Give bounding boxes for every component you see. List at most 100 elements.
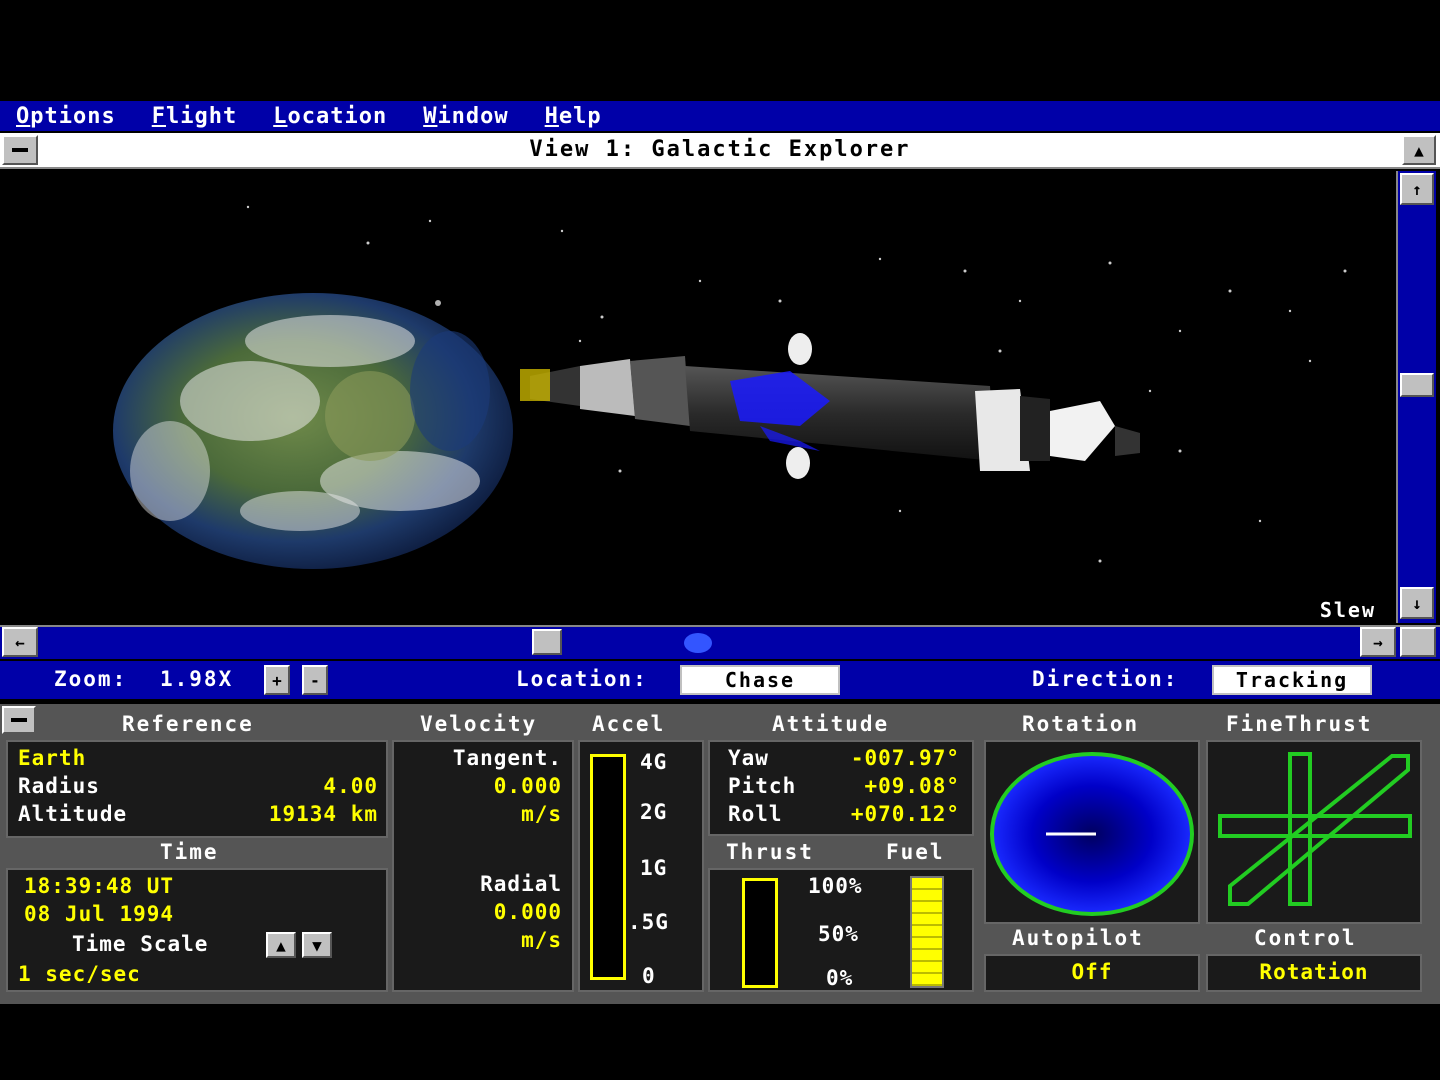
rotation-header: Rotation xyxy=(1022,712,1140,736)
control-button[interactable]: Rotation xyxy=(1206,954,1422,992)
roll-label: Roll xyxy=(728,802,783,826)
radial-unit: m/s xyxy=(521,928,562,952)
earth-planet xyxy=(113,293,513,569)
scroll-up-button[interactable]: ↑ xyxy=(1400,173,1434,205)
scroll-corner xyxy=(1400,627,1436,657)
location-label: Location: xyxy=(516,667,648,691)
up-arrow-icon: ▲ xyxy=(1414,140,1424,160)
menu-options[interactable]: Options xyxy=(16,104,116,129)
thrust-tick-0: 0% xyxy=(826,966,854,990)
autopilot-label: Autopilot xyxy=(1012,926,1144,950)
reference-box: Earth Radius 4.00 Altitude 19134 km xyxy=(6,740,388,838)
radial-value: 0.000 xyxy=(493,900,562,924)
time-box: 18:39:48 UT 08 Jul 1994 Time Scale ▲ ▼ 1… xyxy=(6,868,388,992)
scroll-right-button[interactable]: → xyxy=(1360,627,1396,657)
accel-box: 4G 2G 1G .5G 0 xyxy=(578,740,704,992)
bottom-area xyxy=(0,1006,1440,1080)
zoom-in-button[interactable]: + xyxy=(264,665,290,695)
control-label: Control xyxy=(1254,926,1357,950)
accel-tick-1g: 1G xyxy=(640,856,668,880)
finethrust-header: FineThrust xyxy=(1226,712,1373,736)
pitch-value: +09.08° xyxy=(864,774,960,798)
down-arrow-icon: ▼ xyxy=(312,935,322,955)
direction-select[interactable]: Tracking xyxy=(1212,665,1372,695)
vertical-scroll-thumb[interactable] xyxy=(1400,373,1434,397)
galactic-explorer-screen: Options Flight Location Window Help View… xyxy=(0,0,1440,1080)
tangent-label: Tangent. xyxy=(452,746,562,770)
plus-icon: + xyxy=(272,670,282,690)
roll-value: +070.12° xyxy=(850,802,960,826)
menu-bar: Options Flight Location Window Help xyxy=(0,101,1440,131)
thrust-tick-50: 50% xyxy=(818,922,859,946)
thrust-header: Thrust xyxy=(726,840,814,864)
scroll-left-button[interactable]: ← xyxy=(2,627,38,657)
accel-tick-half-g: .5G xyxy=(628,910,669,934)
finethrust-indicator xyxy=(1218,752,1412,906)
spacecraft xyxy=(520,333,1140,479)
radius-label: Radius xyxy=(18,774,100,798)
reference-header: Reference xyxy=(122,712,254,736)
accel-tick-0: 0 xyxy=(642,964,656,988)
accel-gauge xyxy=(590,754,626,980)
rotation-indicator xyxy=(990,752,1194,916)
menu-flight[interactable]: Flight xyxy=(152,104,237,129)
time-header: Time xyxy=(160,840,219,864)
maximize-button[interactable]: ▲ xyxy=(1402,135,1436,165)
window-title: View 1: Galactic Explorer xyxy=(529,137,911,162)
menu-window[interactable]: Window xyxy=(423,104,508,129)
radius-value: 4.00 xyxy=(323,774,378,798)
space-viewport[interactable] xyxy=(0,171,1396,623)
thrust-tick-100: 100% xyxy=(808,874,863,898)
velocity-header: Velocity xyxy=(420,712,538,736)
finethrust-box[interactable] xyxy=(1206,740,1422,924)
minus-icon: - xyxy=(310,670,320,690)
velocity-box: Tangent. 0.000 m/s Radial 0.000 m/s xyxy=(392,740,574,992)
time-scale-down-button[interactable]: ▼ xyxy=(302,932,332,958)
zoom-label: Zoom: xyxy=(54,667,128,691)
scroll-down-button[interactable]: ↓ xyxy=(1400,587,1434,619)
location-select[interactable]: Chase xyxy=(680,665,840,695)
horizontal-scrollbar[interactable]: ← → xyxy=(0,625,1440,659)
horizontal-scroll-thumb[interactable] xyxy=(532,629,562,655)
accel-tick-4g: 4G xyxy=(640,750,668,774)
scroll-marker xyxy=(684,633,712,653)
down-arrow-icon: ↓ xyxy=(1412,593,1422,613)
panel-menu-button[interactable] xyxy=(2,706,36,734)
accel-header: Accel xyxy=(592,712,666,736)
reference-body: Earth xyxy=(18,746,87,770)
radial-label: Radial xyxy=(480,872,562,896)
autopilot-button[interactable]: Off xyxy=(984,954,1200,992)
menu-location[interactable]: Location xyxy=(273,104,387,129)
slew-label: Slew xyxy=(1319,598,1376,622)
time-scale-up-button[interactable]: ▲ xyxy=(266,932,296,958)
rotation-box[interactable] xyxy=(984,740,1200,924)
yaw-label: Yaw xyxy=(728,746,769,770)
fuel-header: Fuel xyxy=(886,840,945,864)
zoom-value: 1.98X xyxy=(160,667,234,691)
up-arrow-icon: ▲ xyxy=(276,935,286,955)
space-scene xyxy=(113,205,1347,569)
up-arrow-icon: ↑ xyxy=(1412,179,1422,199)
fuel-fill xyxy=(912,878,942,986)
menu-help[interactable]: Help xyxy=(545,104,602,129)
window-title-bar: View 1: Galactic Explorer ▲ xyxy=(0,133,1440,169)
right-arrow-icon: → xyxy=(1373,632,1383,652)
left-arrow-icon: ← xyxy=(15,632,25,652)
altitude-label: Altitude xyxy=(18,802,128,826)
attitude-box: Yaw -007.97° Pitch +09.08° Roll +070.12° xyxy=(708,740,974,836)
system-menu-icon xyxy=(11,718,27,722)
direction-label: Direction: xyxy=(1032,667,1179,691)
control-value: Rotation xyxy=(1259,960,1369,984)
accel-tick-2g: 2G xyxy=(640,800,668,824)
attitude-header: Attitude xyxy=(772,712,890,736)
tangent-value: 0.000 xyxy=(493,774,562,798)
view-settings-bar: Zoom: 1.98X + - Location: Chase Directio… xyxy=(0,661,1440,699)
thrust-fuel-box: 100% 50% 0% xyxy=(708,868,974,992)
instrument-panel: Reference Earth Radius 4.00 Altitude 191… xyxy=(0,704,1440,1004)
zoom-out-button[interactable]: - xyxy=(302,665,328,695)
thrust-gauge xyxy=(742,878,778,988)
tangent-unit: m/s xyxy=(521,802,562,826)
vertical-scrollbar[interactable]: ↑ ↓ xyxy=(1396,171,1436,623)
pitch-label: Pitch xyxy=(728,774,797,798)
altitude-value: 19134 km xyxy=(268,802,378,826)
